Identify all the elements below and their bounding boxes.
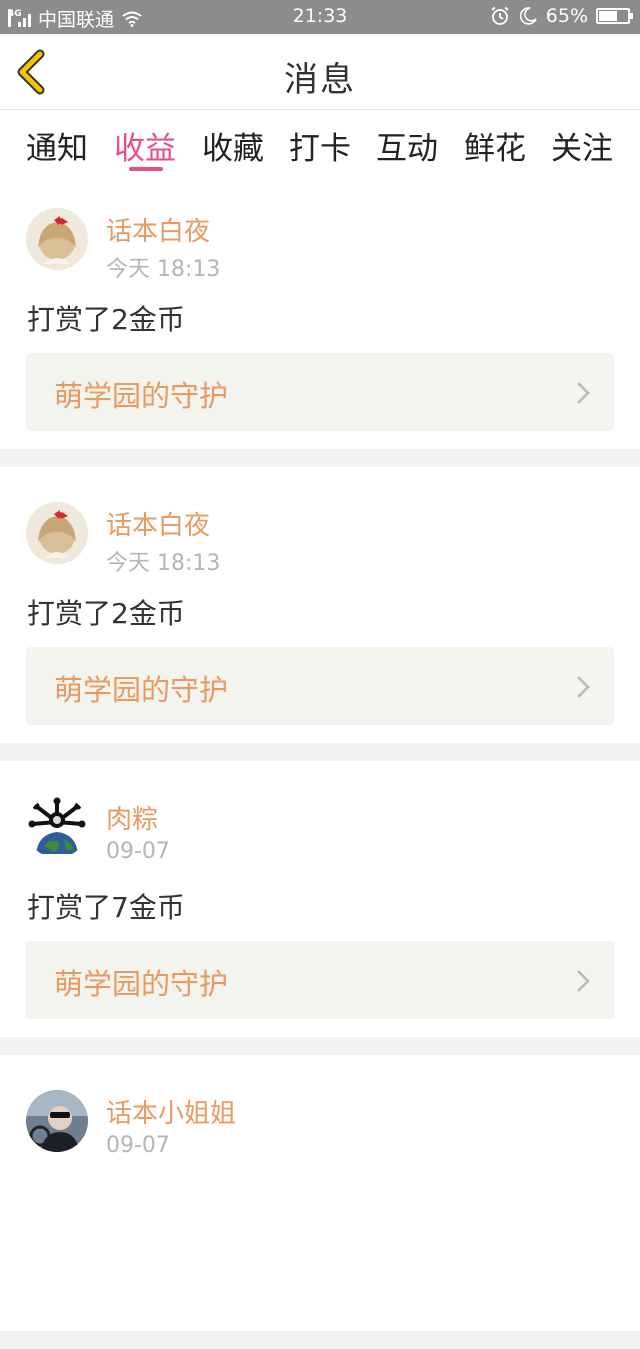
tab-interaction[interactable]: 互动	[376, 123, 438, 168]
tab-notify[interactable]: 通知	[26, 123, 88, 168]
story-link-title: 萌学园的守护	[54, 379, 229, 413]
username[interactable]: 话本白夜	[106, 505, 210, 542]
message-text: 打赏了2金币	[27, 303, 185, 336]
avatar[interactable]	[26, 796, 88, 858]
tab-earnings[interactable]: 收益	[114, 123, 176, 168]
message-card: 肉粽 09-07 打赏了7金币 萌学园的守护	[0, 761, 640, 1037]
tab-favorites[interactable]: 收藏	[202, 123, 264, 168]
battery-icon	[596, 8, 633, 24]
girl-red-bow-avatar-icon	[26, 208, 88, 270]
message-time: 09-07	[106, 1133, 170, 1158]
battery-percent: 65%	[545, 5, 588, 27]
girl-red-bow-avatar-icon	[26, 502, 88, 564]
active-tab-indicator	[129, 167, 163, 171]
username[interactable]: 话本小姐姐	[106, 1093, 236, 1130]
story-link-title: 萌学园的守护	[54, 967, 229, 1001]
moon-icon	[519, 7, 537, 25]
tab-bar: 通知 收益 收藏 打卡 互动 鲜花 关注	[0, 111, 640, 173]
tab-flowers[interactable]: 鲜花	[464, 123, 526, 168]
message-card: 话本白夜 今天 18:13 打赏了2金币 萌学园的守护	[0, 467, 640, 743]
page-title: 消息	[284, 60, 356, 100]
avatar[interactable]	[26, 208, 88, 270]
message-text: 打赏了7金币	[27, 891, 185, 924]
battery-fill	[599, 11, 617, 21]
status-right: 65%	[490, 5, 633, 27]
driver-photo-avatar-icon	[26, 1090, 88, 1152]
message-text: 打赏了2金币	[27, 597, 185, 630]
story-link-title: 萌学园的守护	[54, 673, 229, 707]
earth-bones-avatar-icon	[26, 796, 88, 858]
tab-checkin[interactable]: 打卡	[289, 123, 351, 168]
username[interactable]: 话本白夜	[106, 211, 210, 248]
story-link[interactable]: 萌学园的守护	[26, 647, 614, 725]
username[interactable]: 肉粽	[106, 799, 158, 836]
chevron-right-icon	[577, 970, 590, 992]
message-card: 话本白夜 今天 18:13 打赏了2金币 萌学园的守护	[0, 173, 640, 449]
story-link[interactable]: 萌学园的守护	[26, 941, 614, 1019]
story-link[interactable]: 萌学园的守护	[26, 353, 614, 431]
message-time: 今天 18:13	[106, 551, 221, 576]
nav-header: 消息	[0, 34, 640, 110]
tab-following[interactable]: 关注	[551, 123, 613, 168]
message-time: 09-07	[106, 839, 170, 864]
status-bar: 4G 中国联通 21:33 65%	[0, 0, 640, 34]
message-card: 话本小姐姐 09-07	[0, 1055, 640, 1331]
chevron-right-icon	[577, 382, 590, 404]
avatar[interactable]	[26, 1090, 88, 1152]
alarm-clock-icon	[491, 6, 509, 25]
avatar[interactable]	[26, 502, 88, 564]
message-time: 今天 18:13	[106, 257, 221, 282]
message-list: 话本白夜 今天 18:13 打赏了2金币 萌学园的守护 话本白夜 今天 18:1…	[0, 173, 640, 1349]
chevron-right-icon	[577, 676, 590, 698]
